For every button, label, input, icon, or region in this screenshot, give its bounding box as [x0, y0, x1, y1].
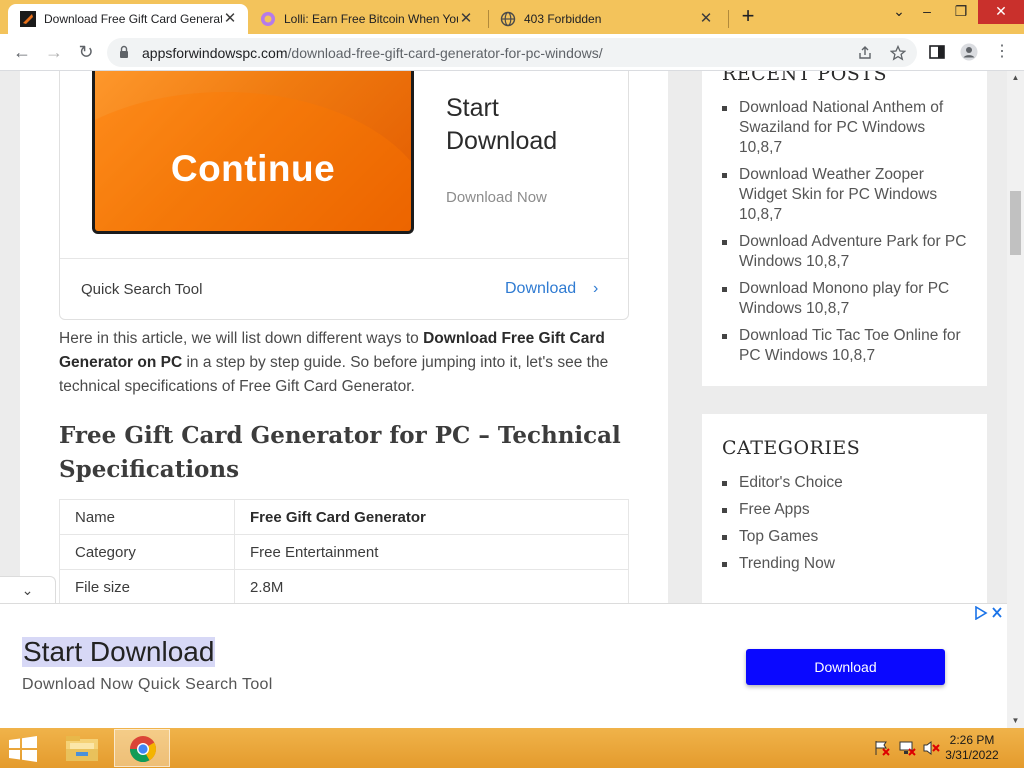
tab-close-icon[interactable]: ✕	[458, 11, 474, 27]
system-clock[interactable]: 2:26 PM 3/31/2022	[940, 733, 1004, 763]
spec-key: Name	[59, 499, 235, 535]
tab-strip: Download Free Gift Card Generator for PC…	[0, 0, 1024, 34]
spec-value: Free Entertainment	[234, 534, 629, 570]
bottom-ad-banner[interactable]: Start Download Download Now Quick Search…	[0, 603, 1007, 728]
list-item[interactable]: Download National Anthem of Swaziland fo…	[722, 98, 972, 158]
lolli-favicon-icon	[261, 12, 275, 26]
list-item[interactable]: Trending Now	[722, 554, 972, 574]
network-icon[interactable]	[898, 740, 916, 756]
spec-key: Category	[59, 534, 235, 570]
spec-table: Name Free Gift Card Generator Category F…	[59, 499, 629, 605]
action-center-flag-icon[interactable]	[873, 740, 891, 756]
url-path: /download-free-gift-card-generator-for-p…	[287, 45, 603, 61]
volume-muted-icon[interactable]	[922, 740, 940, 756]
tab-title: Lolli: Earn Free Bitcoin When You Shop	[284, 12, 458, 26]
list-item[interactable]: Download Adventure Park for PC Windows 1…	[722, 232, 972, 272]
taskbar-file-explorer[interactable]	[54, 729, 110, 767]
table-row: Name Free Gift Card Generator	[59, 499, 629, 535]
spec-key: File size	[59, 569, 235, 605]
list-item[interactable]: Download Monono play for PC Windows 10,8…	[722, 279, 972, 319]
ad-footer-label: Quick Search Tool	[81, 281, 203, 298]
tab-active[interactable]: Download Free Gift Card Generator for PC…	[8, 4, 248, 34]
ad-heading[interactable]: Start Download	[446, 92, 596, 158]
intro-prefix: Here in this article, we will list down …	[59, 330, 424, 347]
tab-title: 403 Forbidden	[524, 12, 602, 26]
ad-continue-label: Continue	[170, 148, 336, 189]
page-scrollbar[interactable]: ▲ ▼	[1007, 71, 1024, 728]
intro-paragraph: Here in this article, we will list down …	[59, 327, 629, 399]
categories-title: CATEGORIES	[722, 437, 861, 459]
lock-icon	[120, 45, 128, 58]
chrome-icon	[129, 735, 157, 763]
banner-collapse-button[interactable]: ⌄	[0, 576, 56, 603]
scroll-up-arrow-icon[interactable]: ▲	[1007, 71, 1024, 85]
table-row: File size 2.8M	[59, 569, 629, 605]
scroll-down-arrow-icon[interactable]: ▼	[1007, 714, 1024, 728]
tab-close-icon[interactable]: ✕	[698, 11, 714, 27]
ad-divider	[60, 258, 628, 259]
folder-icon	[66, 736, 98, 761]
tab-close-icon[interactable]: ✕	[222, 11, 238, 27]
ad-choices-icon[interactable]	[974, 605, 1004, 622]
tab-separator	[488, 10, 489, 28]
url-text: appsforwindowspc.com/download-free-gift-…	[142, 45, 603, 61]
back-arrow-icon[interactable]: ←	[10, 41, 34, 65]
tab-title: Download Free Gift Card Generator for PC	[44, 12, 222, 26]
side-panel-icon[interactable]	[928, 43, 946, 61]
reload-icon[interactable]: ↻	[74, 41, 98, 65]
spec-value: Free Gift Card Generator	[234, 499, 629, 535]
categories-widget: CATEGORIES Editor's Choice Free Apps Top…	[702, 414, 987, 614]
new-tab-plus-icon[interactable]: +	[737, 5, 759, 28]
forward-arrow-icon[interactable]: →	[42, 41, 66, 65]
tab-separator	[728, 10, 729, 28]
restore-icon[interactable]: ❐	[944, 0, 978, 24]
banner-download-button[interactable]: Download	[746, 649, 945, 685]
recent-posts-list: Download National Anthem of Swaziland fo…	[722, 98, 972, 366]
table-row: Category Free Entertainment	[59, 534, 629, 570]
windows-taskbar: 2:26 PM 3/31/2022	[0, 728, 1024, 768]
spec-value: 2.8M	[234, 569, 629, 605]
list-item[interactable]: Editor's Choice	[722, 473, 972, 493]
clock-date: 3/31/2022	[945, 748, 999, 762]
clock-time: 2:26 PM	[949, 733, 995, 747]
window-close-icon[interactable]: ✕	[978, 0, 1024, 24]
tab-forbidden[interactable]: 403 Forbidden ✕	[492, 4, 724, 34]
chevron-down-icon: ⌄	[21, 582, 34, 598]
minimize-icon[interactable]: –	[910, 0, 944, 24]
list-item[interactable]: Download Weather Zooper Widget Skin for …	[722, 165, 972, 225]
ad-card[interactable]: Continue Start Download Download Now Qui…	[59, 71, 629, 320]
list-item[interactable]: Top Games	[722, 527, 972, 547]
tab-lolli[interactable]: Lolli: Earn Free Bitcoin When You Shop ✕	[252, 4, 484, 34]
ad-choices-triangle-icon	[975, 605, 1002, 621]
globe-icon	[500, 11, 516, 27]
list-item[interactable]: Free Apps	[722, 500, 972, 520]
share-icon[interactable]	[857, 45, 873, 61]
categories-list: Editor's Choice Free Apps Top Games Tren…	[722, 473, 972, 574]
bookmark-star-icon[interactable]	[890, 45, 906, 61]
list-item[interactable]: Download Tic Tac Toe Online for PC Windo…	[722, 326, 972, 366]
ad-download-link[interactable]: Download ›	[505, 280, 598, 298]
scrollbar-thumb[interactable]	[1010, 191, 1021, 255]
chevron-right-icon: ›	[593, 280, 599, 297]
ad-image[interactable]: Continue	[92, 71, 414, 234]
profile-avatar-icon[interactable]	[960, 43, 978, 61]
recent-posts-widget: RECENT POSTS Download National Anthem of…	[702, 71, 987, 386]
section-heading: Free Gift Card Generator for PC – Techni…	[59, 422, 621, 483]
url-host: appsforwindowspc.com	[142, 45, 288, 61]
recent-posts-title: RECENT POSTS	[722, 71, 887, 85]
windows-start-icon[interactable]	[8, 736, 38, 762]
banner-title[interactable]: Start Download	[22, 637, 216, 667]
ad-download-link-label: Download	[505, 280, 577, 297]
banner-subtitle: Download Now Quick Search Tool	[22, 676, 273, 693]
browser-toolbar: ← → ↻ appsforwindowspc.com/download-free…	[0, 34, 1024, 71]
site-favicon-icon	[20, 11, 36, 27]
ad-subtext[interactable]: Download Now	[446, 189, 547, 206]
taskbar-chrome[interactable]	[114, 729, 170, 767]
address-bar[interactable]: appsforwindowspc.com/download-free-gift-…	[107, 38, 917, 67]
menu-kebab-icon[interactable]: ⋮	[990, 41, 1014, 65]
